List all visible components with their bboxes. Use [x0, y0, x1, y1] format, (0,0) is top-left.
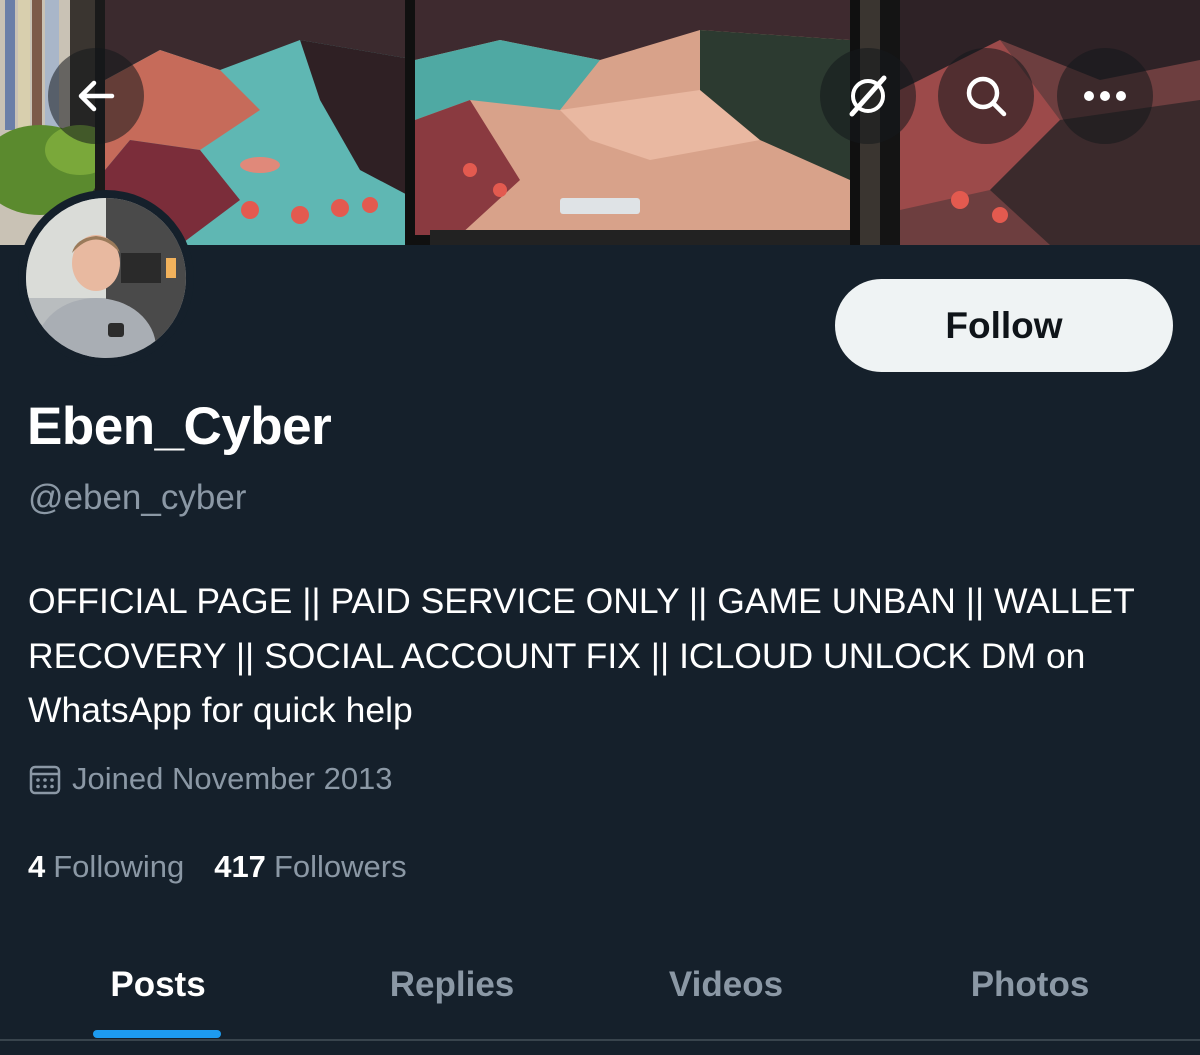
tabs-divider — [0, 1039, 1200, 1041]
more-options-button[interactable] — [1057, 48, 1153, 144]
profile-bio: OFFICIAL PAGE || PAID SERVICE ONLY || GA… — [28, 581, 1135, 730]
followers-label: Followers — [273, 849, 407, 884]
join-date: Joined November 2013 — [28, 758, 393, 800]
search-button[interactable] — [938, 48, 1034, 144]
following-count: 4 — [28, 849, 46, 884]
tab-posts[interactable]: Posts — [60, 930, 256, 1040]
grok-icon — [849, 75, 887, 117]
follow-button[interactable]: Follow — [835, 279, 1173, 372]
avatar[interactable] — [18, 190, 194, 366]
tab-photos[interactable]: Photos — [930, 930, 1130, 1040]
following-link[interactable]: 4 Following — [28, 849, 184, 885]
profile-tabs: Posts Replies Videos Photos — [0, 930, 1200, 1040]
username-handle: @eben_cyber — [28, 478, 247, 517]
calendar-icon — [28, 762, 62, 796]
followers-count: 417 — [214, 849, 266, 884]
grok-button[interactable] — [820, 48, 916, 144]
back-button[interactable] — [48, 48, 144, 144]
active-tab-indicator — [93, 1030, 221, 1038]
search-icon — [966, 76, 1007, 117]
join-date-label: Joined November 2013 — [72, 761, 393, 796]
more-horizontal-icon — [1084, 91, 1126, 101]
follow-stats: 4 Following 417 Followers — [28, 846, 407, 888]
following-label: Following — [53, 849, 185, 884]
display-name: Eben_Cyber — [27, 397, 332, 456]
tab-videos[interactable]: Videos — [626, 930, 826, 1040]
arrow-left-icon — [78, 80, 115, 112]
followers-link[interactable]: 417 Followers — [214, 849, 406, 885]
tab-replies[interactable]: Replies — [352, 930, 552, 1040]
avatar-image — [26, 198, 186, 358]
